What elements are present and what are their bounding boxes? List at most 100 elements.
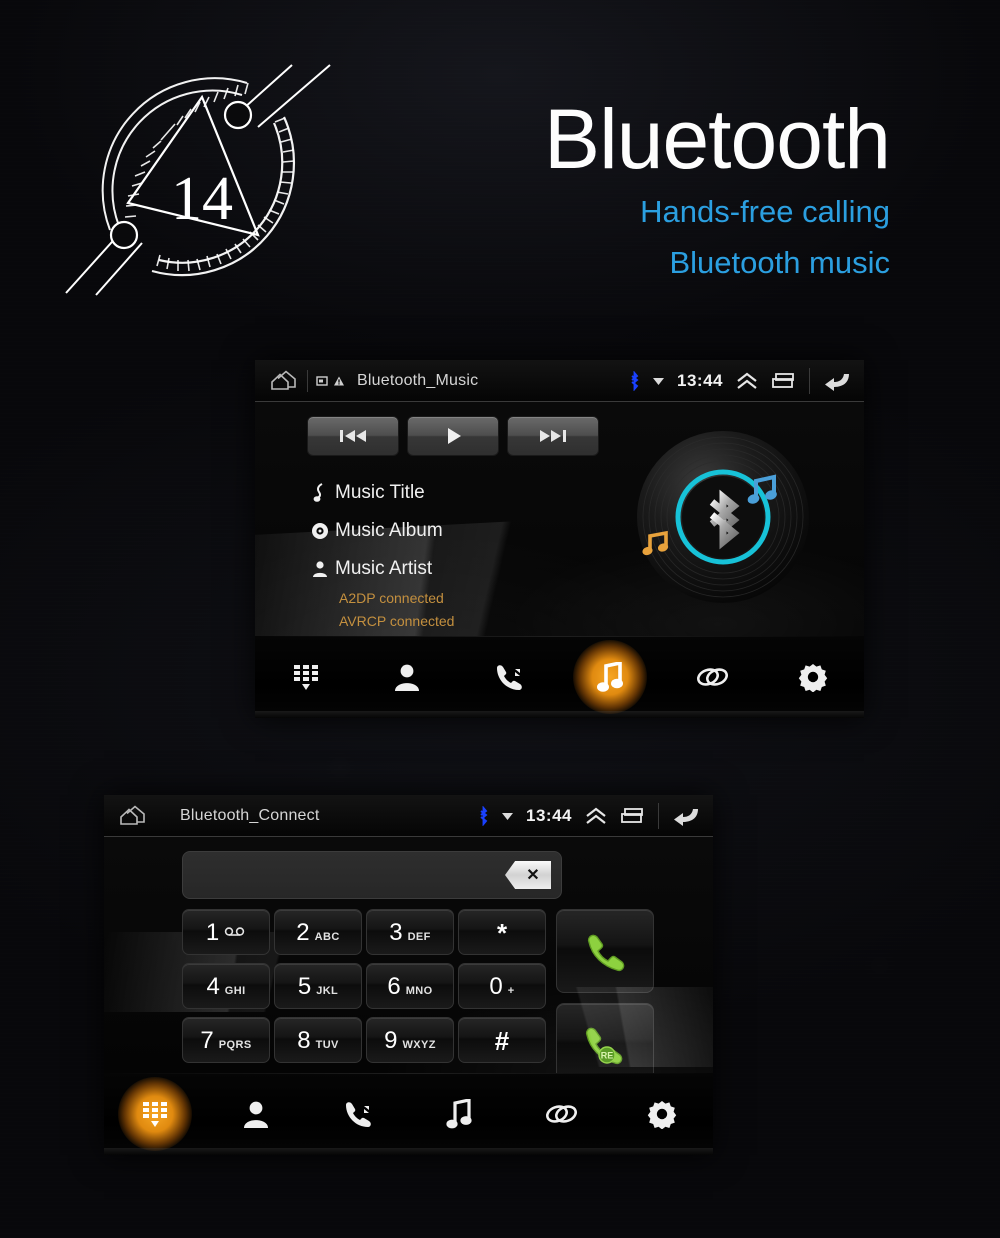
nav-item-settings[interactable] [612,1073,714,1155]
double-chevron-up-icon[interactable] [584,807,608,825]
track-artist: Music Artist [335,558,433,579]
key-0[interactable]: 0 + [458,963,546,1009]
home-icon[interactable] [269,369,299,393]
triangle-down-icon[interactable] [652,376,665,386]
play-button[interactable] [407,416,499,456]
hero-banner: 14 Bluetooth Hands-free calling Bluetoot… [0,0,1000,330]
previous-track-button[interactable] [307,416,399,456]
music-nav-bar [255,636,864,718]
next-track-button[interactable] [507,416,599,456]
bluetooth-music-screen: Bluetooth_Music 13:44 Music Title Music … [255,360,864,718]
key-letters: WXYZ [402,1039,436,1051]
track-album-row: Music Album [305,512,443,550]
nav-item-dialpad[interactable] [104,1073,206,1155]
sdcard-icon [316,375,328,386]
transport-controls [307,416,599,456]
key-9[interactable]: 9 WXYZ [366,1017,454,1063]
vinyl-artwork [630,424,816,610]
key-digit: 7 [200,1027,214,1054]
music-note-icon [305,483,335,503]
hero-subtitle-line-1: Hands-free calling [640,194,890,229]
key-digit: * [496,918,508,948]
nav-item-call-history[interactable] [307,1073,409,1155]
key-letters: JKL [316,985,339,997]
emblem-number: 14 [171,165,233,233]
back-arrow-icon[interactable] [822,370,852,392]
back-arrow-icon[interactable] [671,805,701,827]
page-title: Bluetooth [544,92,891,186]
status-divider [809,367,810,394]
call-actions: RE [556,909,654,1087]
nav-item-music[interactable] [560,636,662,718]
status-avrcp: AVRCP connected [339,613,455,629]
track-album: Music Album [335,520,443,541]
triangle-down-icon[interactable] [501,811,514,821]
key-letters: TUV [315,1039,339,1051]
key-digit: 1 [205,919,220,946]
nav-item-link[interactable] [661,636,763,718]
key-letters: + [507,985,515,997]
nav-item-contacts[interactable] [357,636,459,718]
dial-nav-bar [104,1073,713,1155]
double-chevron-up-icon[interactable] [735,372,759,390]
key-hash[interactable]: # [458,1017,546,1063]
key-letters: DEF [407,931,431,943]
hero-subtitle-line-2: Bluetooth music [669,245,890,280]
key-letters: ABC [314,931,340,943]
key-letters: MNO [405,985,433,997]
nav-item-dialpad[interactable] [255,636,357,718]
nav-item-music[interactable] [409,1073,511,1155]
status-time: 13:44 [526,805,572,825]
nav-item-contacts[interactable] [206,1073,308,1155]
phone-number-input[interactable]: ✕ [182,851,562,899]
key-digit: 6 [387,973,401,1000]
key-1[interactable]: 1 [182,909,270,955]
redial-badge-label: RE [601,1051,614,1061]
nav-item-link[interactable] [510,1073,612,1155]
status-a2dp: A2DP connected [339,590,444,606]
key-digit: 8 [297,1027,311,1054]
key-digit: 5 [297,973,312,1000]
music-screen-title: Bluetooth_Music [357,371,479,389]
music-status-bar: Bluetooth_Music 13:44 [255,360,864,404]
status-mini-icons [307,369,345,392]
key-3[interactable]: 3 DEF [366,909,454,955]
key-digit: 9 [384,1027,398,1054]
dial-status-bar: Bluetooth_Connect 13:44 [104,795,713,839]
connection-status-list: A2DP connected AVRCP connected [339,587,454,633]
key-6[interactable]: 6 MNO [366,963,454,1009]
key-digit: 2 [296,919,310,946]
album-disc-icon [305,522,335,540]
nav-item-settings[interactable] [763,636,865,718]
voicemail-icon [224,923,246,941]
track-title: Music Title [335,482,425,503]
track-artist-row: Music Artist [305,550,443,588]
key-5[interactable]: 5 JKL [274,963,362,1009]
key-7[interactable]: 7 PQRS [182,1017,270,1063]
backspace-button[interactable]: ✕ [505,861,551,889]
key-digit: 0 [489,973,503,1000]
bluetooth-connect-screen: Bluetooth_Connect 13:44 ✕ 1 2 ABC 3 DEF … [104,795,713,1155]
dial-screen-title: Bluetooth_Connect [180,806,320,824]
warning-icon [334,376,344,385]
key-digit: 3 [389,919,403,946]
key-letters: GHI [224,985,246,997]
bluetooth-icon [631,370,639,391]
track-metadata: Music Title Music Album Music Artist [305,474,443,588]
status-time: 13:44 [677,370,723,390]
bluetooth-icon [480,805,488,826]
key-digit: 4 [206,973,220,1000]
key-2[interactable]: 2 ABC [274,909,362,955]
status-divider [658,802,659,829]
nav-item-call-history[interactable] [458,636,560,718]
key-8[interactable]: 8 TUV [274,1017,362,1063]
home-icon[interactable] [118,804,148,828]
recents-icon[interactable] [620,807,646,825]
key-star[interactable]: * [458,909,546,955]
key-4[interactable]: 4 GHI [182,963,270,1009]
dial-content: ✕ 1 2 ABC 3 DEF * 4 GHI 5 JKL 6 MNO 0 + … [104,837,713,1087]
key-digit: # [494,1026,510,1056]
recents-icon[interactable] [771,372,797,390]
dialpad-keys: 1 2 ABC 3 DEF * 4 GHI 5 JKL 6 MNO 0 + 7 … [182,909,546,1063]
call-button[interactable] [556,909,654,993]
